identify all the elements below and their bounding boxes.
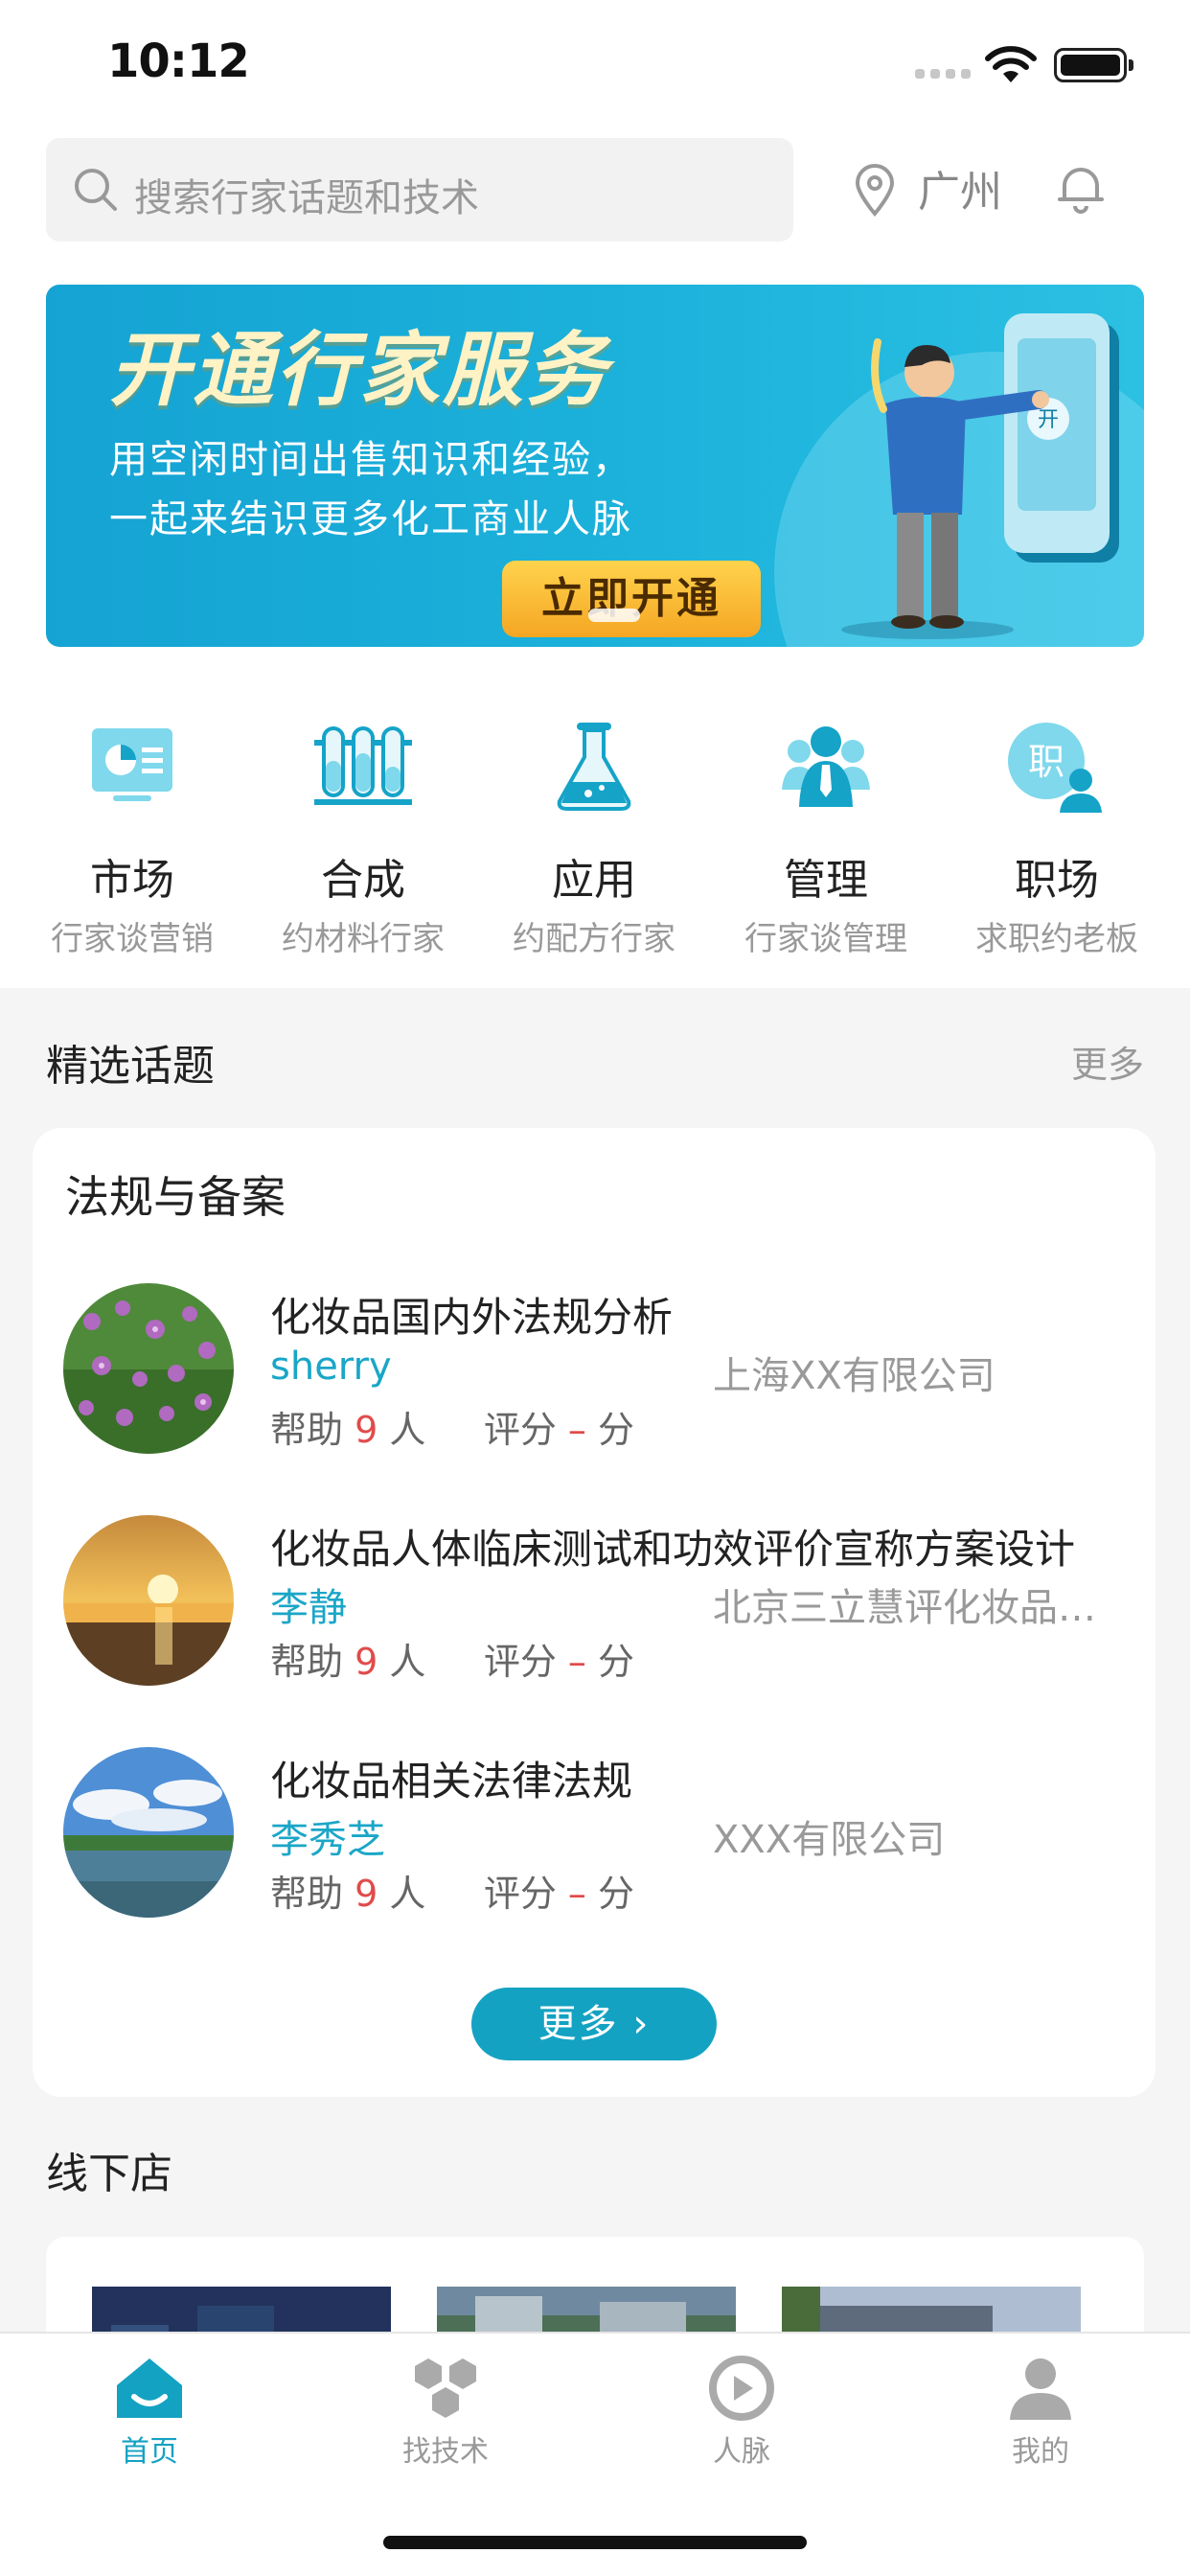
company-name: XXX有限公司 (713, 1818, 946, 1862)
tab-mine[interactable]: 我的 (945, 2355, 1136, 2470)
carousel-indicator (588, 609, 640, 622)
test-tubes-icon (267, 709, 459, 824)
tab-label: 人脉 (713, 2435, 770, 2469)
category-name: 应用 (552, 856, 636, 905)
search-icon (75, 169, 117, 211)
tab-label: 找技术 (402, 2435, 489, 2469)
battery-icon (1054, 48, 1133, 82)
featured-more-link[interactable]: 更多 (1071, 1035, 1144, 1088)
tab-label: 我的 (1012, 2435, 1069, 2469)
flask-icon (498, 709, 690, 824)
category-sub: 行家谈营销 (51, 920, 214, 958)
topic-item[interactable]: 化妆品人体临床测试和功效评价宣称方案设计 李静 北京三立慧评化妆品科技有限公司 … (63, 1515, 1127, 1688)
location-pin-icon[interactable] (853, 163, 897, 217)
category-name: 管理 (784, 856, 868, 905)
market-board-icon (36, 709, 228, 824)
topic-title: 化妆品国内外法规分析 (270, 1294, 674, 1341)
topic-item[interactable]: 化妆品国内外法规分析 sherry 上海XX有限公司 帮助 9 人 评分 – 分 (63, 1283, 1127, 1456)
banner-line-2: 一起来结识更多化工商业人脉 (109, 497, 632, 541)
svg-text:职: 职 (1028, 741, 1064, 783)
category-name: 合成 (321, 856, 405, 905)
open-service-button[interactable]: 立即开通 (502, 561, 761, 637)
home-indicator (383, 2536, 807, 2549)
category-application[interactable]: 应用 约配方行家 (498, 709, 690, 959)
job-person-icon: 职 (961, 709, 1153, 824)
wifi-icon (985, 46, 1037, 82)
topic-title: 化妆品相关法律法规 (270, 1758, 633, 1805)
topic-title: 化妆品人体临床测试和功效评价宣称方案设计 (270, 1526, 1076, 1573)
banner-title: 开通行家服务 (109, 323, 610, 417)
category-management[interactable]: 管理 行家谈管理 (730, 709, 922, 959)
topic-stats: 帮助 9 人 评分 – 分 (270, 1409, 635, 1451)
topic-card: 法规与备案 化妆品国内外法规分析 sherry 上海XX有限公司 帮助 9 人 … (33, 1128, 1156, 2097)
search-placeholder: 搜索行家话题和技术 (134, 176, 479, 220)
tab-find-tech[interactable]: 找技术 (350, 2355, 541, 2470)
network-icon (709, 2356, 774, 2421)
featured-section-title: 精选话题 (46, 1042, 215, 1091)
expert-name[interactable]: sherry (270, 1345, 392, 1389)
topic-stats: 帮助 9 人 评分 – 分 (270, 1873, 635, 1915)
category-synthesis[interactable]: 合成 约材料行家 (267, 709, 459, 959)
city-selector[interactable]: 广州 (918, 157, 1002, 218)
topic-item[interactable]: 化妆品相关法律法规 李秀芝 XXX有限公司 帮助 9 人 评分 – 分 (63, 1747, 1127, 1920)
home-icon (117, 2358, 182, 2418)
category-career[interactable]: 职 职场 求职约老板 (961, 709, 1153, 959)
search-bar[interactable]: 搜索行家话题和技术 (46, 138, 793, 242)
expert-name[interactable]: 李静 (270, 1576, 347, 1632)
category-sub: 求职约老板 (975, 920, 1138, 958)
team-icon (730, 709, 922, 824)
phone-person-illustration: 开 (841, 313, 1119, 639)
bell-icon[interactable] (1057, 161, 1105, 215)
status-time: 10:12 (107, 34, 250, 88)
category-name: 职场 (1015, 856, 1099, 905)
avatar (63, 1283, 234, 1454)
company-name: 北京三立慧评化妆品科技有限公司 (713, 1586, 1125, 1630)
category-sub: 约配方行家 (513, 920, 675, 958)
cubes-icon (415, 2358, 476, 2418)
tab-label: 首页 (121, 2435, 178, 2469)
expert-name[interactable]: 李秀芝 (270, 1808, 385, 1864)
category-market[interactable]: 市场 行家谈营销 (36, 709, 228, 959)
avatar (63, 1747, 234, 1918)
banner-line-1: 用空闲时间出售知识和经验， (109, 438, 632, 482)
more-topics-button[interactable]: 更多 › (471, 1988, 717, 2060)
topic-stats: 帮助 9 人 评分 – 分 (270, 1641, 635, 1683)
category-name: 市场 (90, 856, 174, 905)
promo-banner[interactable]: 开通行家服务 用空闲时间出售知识和经验， 一起来结识更多化工商业人脉 开 立即开… (46, 285, 1144, 647)
category-sub: 约材料行家 (282, 920, 445, 958)
offline-section-title: 线下店 (46, 2150, 172, 2198)
svg-text:开: 开 (1038, 408, 1059, 432)
avatar (63, 1515, 234, 1686)
signal-icon (915, 69, 971, 79)
card-title: 法规与备案 (65, 1171, 286, 1223)
tab-home[interactable]: 首页 (54, 2355, 245, 2470)
company-name: 上海XX有限公司 (713, 1354, 995, 1398)
tab-network[interactable]: 人脉 (646, 2355, 837, 2470)
category-sub: 行家谈管理 (744, 920, 907, 958)
user-icon (1010, 2358, 1071, 2420)
